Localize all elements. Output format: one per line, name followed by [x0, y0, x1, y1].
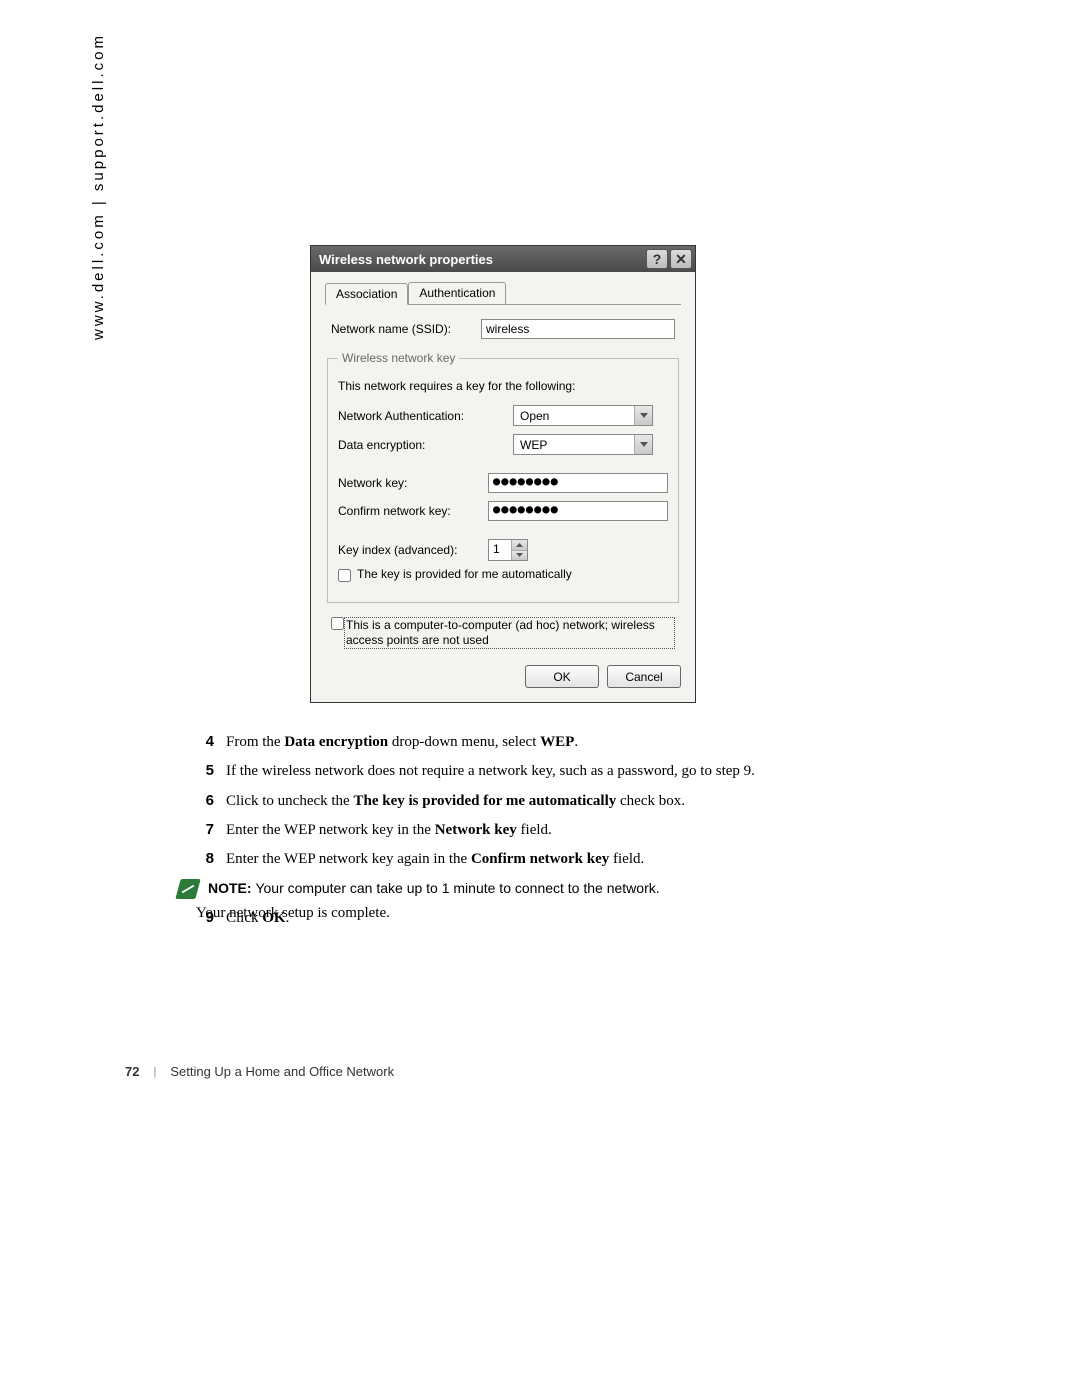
footer-separator: | — [153, 1066, 156, 1078]
key-row: Network key: ●●●●●●●● — [338, 473, 668, 493]
enc-label: Data encryption: — [338, 438, 513, 452]
autokey-checkbox[interactable] — [338, 569, 351, 582]
step-8: 8 Enter the WEP network key again in the… — [196, 846, 896, 872]
spinner-buttons — [511, 540, 527, 560]
enc-row: Data encryption: WEP — [338, 434, 668, 455]
tab-authentication[interactable]: Authentication — [408, 282, 506, 304]
page-number: 72 — [125, 1064, 139, 1079]
chevron-down-icon — [634, 435, 652, 454]
autokey-label: The key is provided for me automatically — [357, 567, 572, 581]
confirm-label: Confirm network key: — [338, 504, 488, 518]
step-6: 6 Click to uncheck the The key is provid… — [196, 788, 896, 814]
ssid-row: Network name (SSID): — [325, 319, 681, 339]
group-legend: Wireless network key — [338, 351, 459, 365]
step-text: Enter the WEP network key in the Network… — [226, 817, 896, 843]
ssid-input[interactable] — [481, 319, 675, 339]
closing-text: Your network setup is complete. — [196, 905, 390, 922]
step-5: 5 If the wireless network does not requi… — [196, 758, 896, 784]
spinner-down[interactable] — [512, 550, 527, 561]
enc-value: WEP — [514, 438, 634, 452]
auth-value: Open — [514, 409, 634, 423]
hint-text: This network requires a key for the foll… — [338, 379, 668, 393]
step-7: 7 Enter the WEP network key in the Netwo… — [196, 817, 896, 843]
step-num: 5 — [196, 758, 226, 784]
note-row: NOTE: Your computer can take up to 1 min… — [178, 876, 896, 901]
step-num: 8 — [196, 846, 226, 872]
tabs: Association Authentication — [325, 282, 681, 305]
confirm-input[interactable]: ●●●●●●●● — [488, 501, 668, 521]
help-icon: ? — [653, 251, 662, 267]
adhoc-row: This is a computer-to-computer (ad hoc) … — [331, 617, 675, 649]
cancel-button[interactable]: Cancel — [607, 665, 681, 688]
close-button[interactable]: ✕ — [670, 249, 692, 269]
dialog-title: Wireless network properties — [319, 252, 644, 267]
spinner-up[interactable] — [512, 540, 527, 550]
index-spinner[interactable]: 1 — [488, 539, 528, 561]
note-icon — [175, 879, 200, 899]
adhoc-label: This is a computer-to-computer (ad hoc) … — [344, 617, 675, 649]
footer-section: Setting Up a Home and Office Network — [170, 1064, 394, 1079]
titlebar: Wireless network properties ? ✕ — [311, 246, 695, 272]
step-text: Click to uncheck the The key is provided… — [226, 788, 896, 814]
tab-association[interactable]: Association — [325, 283, 408, 305]
auth-select[interactable]: Open — [513, 405, 653, 426]
step-text: If the wireless network does not require… — [226, 758, 896, 784]
wireless-properties-dialog: Wireless network properties ? ✕ Associat… — [310, 245, 696, 703]
key-label: Network key: — [338, 476, 488, 490]
close-icon: ✕ — [675, 251, 687, 268]
help-button[interactable]: ? — [646, 249, 668, 269]
autokey-row: The key is provided for me automatically — [338, 567, 668, 582]
button-row: OK Cancel — [325, 665, 681, 688]
index-value: 1 — [489, 540, 511, 560]
sidebar-url-text: www.dell.com | support.dell.com — [90, 33, 107, 340]
auth-row: Network Authentication: Open — [338, 405, 668, 426]
ssid-label: Network name (SSID): — [331, 322, 481, 336]
auth-label: Network Authentication: — [338, 409, 513, 423]
note-text: NOTE: Your computer can take up to 1 min… — [208, 876, 660, 901]
step-text: Enter the WEP network key again in the C… — [226, 846, 896, 872]
step-text: From the Data encryption drop-down menu,… — [226, 729, 896, 755]
step-num: 4 — [196, 729, 226, 755]
step-num: 7 — [196, 817, 226, 843]
key-input[interactable]: ●●●●●●●● — [488, 473, 668, 493]
page-footer: 72 | Setting Up a Home and Office Networ… — [125, 1064, 394, 1079]
instruction-steps: 4 From the Data encryption drop-down men… — [196, 729, 896, 934]
step-4: 4 From the Data encryption drop-down men… — [196, 729, 896, 755]
chevron-down-icon — [634, 406, 652, 425]
adhoc-checkbox[interactable] — [331, 617, 344, 630]
index-row: Key index (advanced): 1 — [338, 539, 668, 561]
dialog-body: Association Authentication Network name … — [311, 272, 695, 702]
ok-button[interactable]: OK — [525, 665, 599, 688]
index-label: Key index (advanced): — [338, 543, 488, 557]
step-num: 6 — [196, 788, 226, 814]
confirm-row: Confirm network key: ●●●●●●●● — [338, 501, 668, 521]
enc-select[interactable]: WEP — [513, 434, 653, 455]
wireless-key-group: Wireless network key This network requir… — [327, 351, 679, 603]
